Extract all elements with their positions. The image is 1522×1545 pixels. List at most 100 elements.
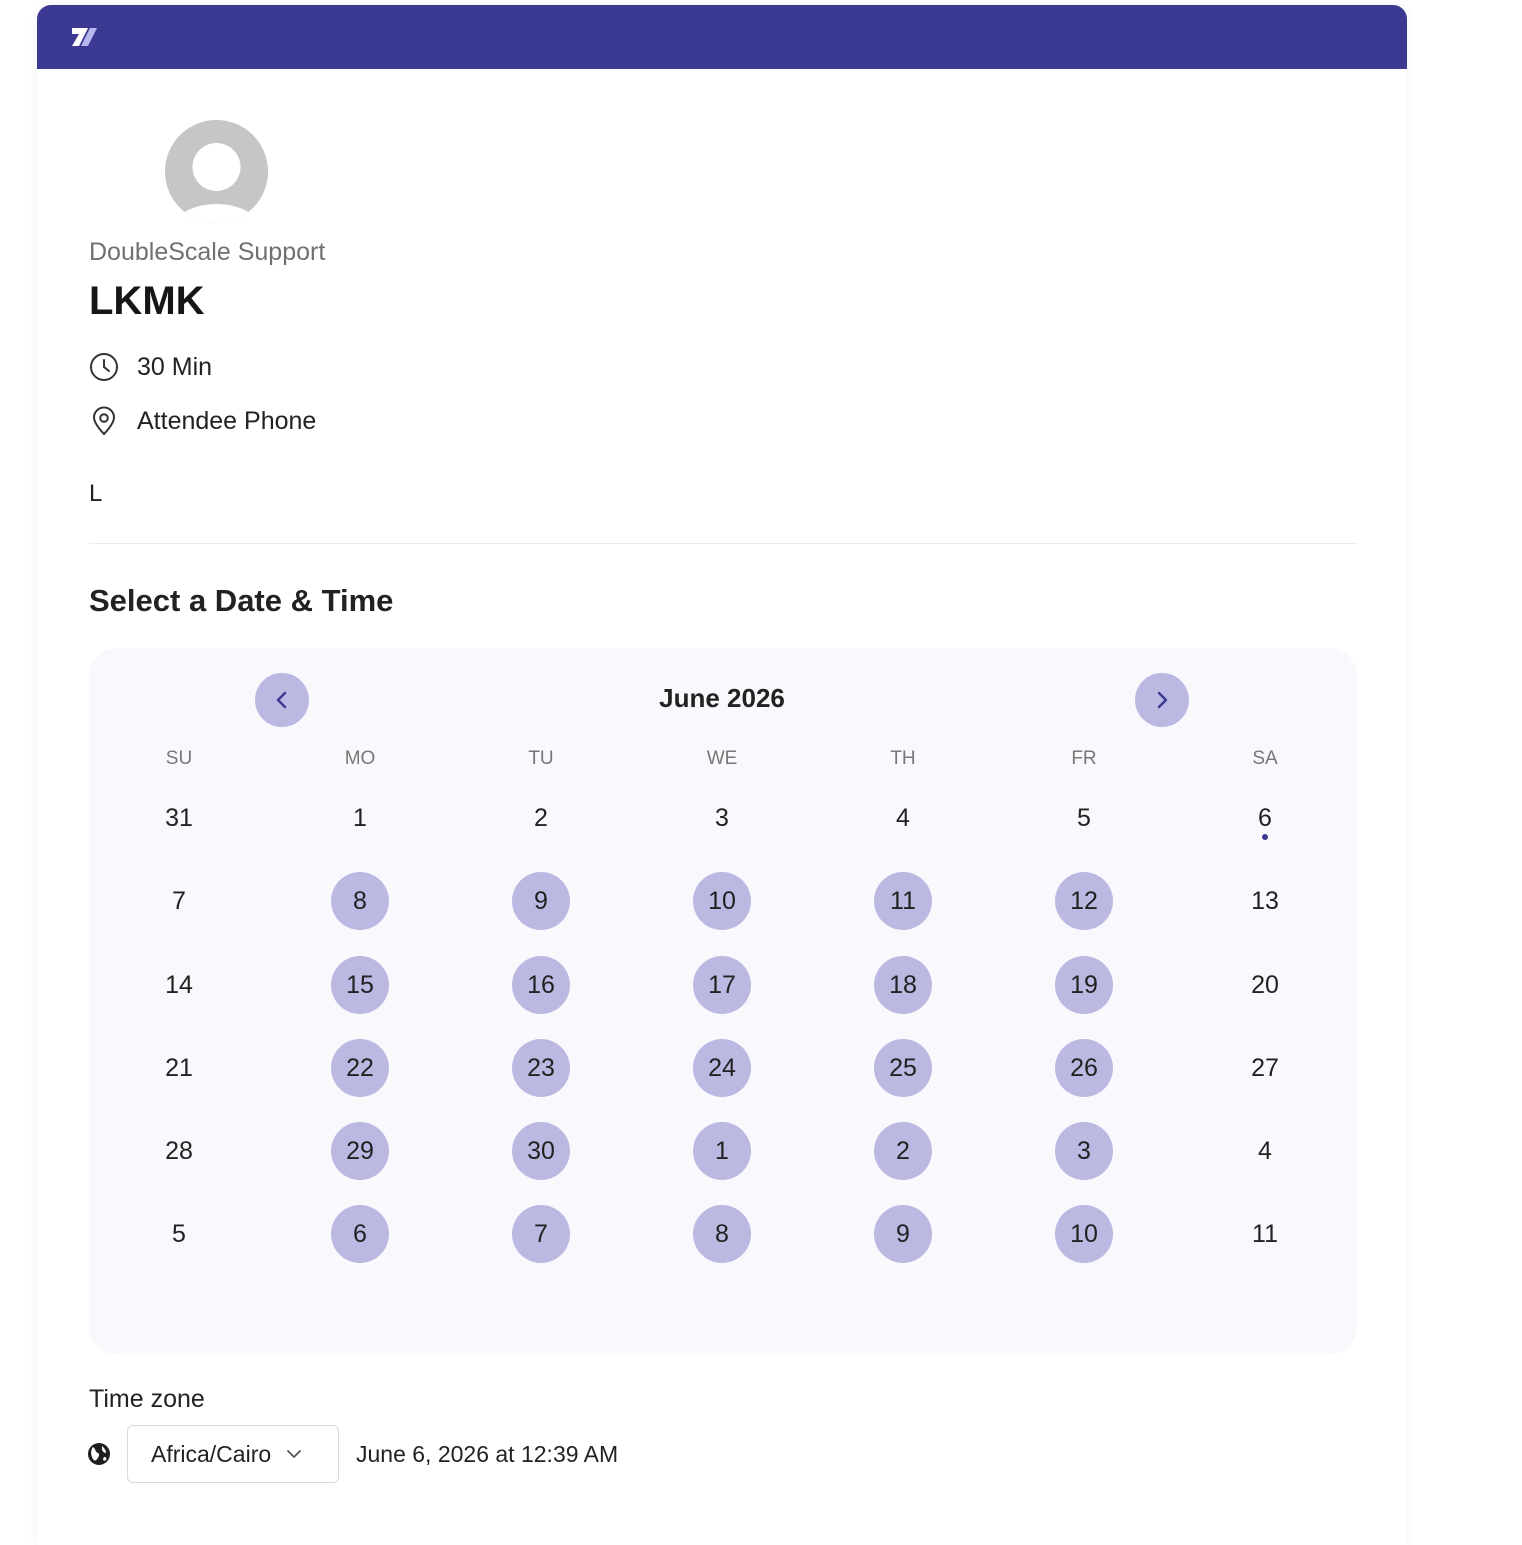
day-number: 23 bbox=[527, 1053, 555, 1082]
available-day-button[interactable]: 17 bbox=[693, 956, 751, 1014]
divider bbox=[89, 543, 1357, 544]
day-number: 29 bbox=[346, 1136, 374, 1165]
calendar-day: 5 bbox=[150, 1205, 208, 1263]
day-number: 25 bbox=[889, 1053, 917, 1082]
available-day-button[interactable]: 30 bbox=[512, 1122, 570, 1180]
day-number: 10 bbox=[1070, 1219, 1098, 1248]
day-number: 31 bbox=[165, 803, 193, 832]
calendar-day: 3 bbox=[693, 789, 751, 847]
day-number: 18 bbox=[889, 970, 917, 999]
today-indicator-dot bbox=[1262, 834, 1268, 840]
timezone-select[interactable]: Africa/Cairo bbox=[127, 1425, 339, 1483]
weekday-label: SA bbox=[1252, 748, 1278, 769]
day-number: 2 bbox=[534, 803, 548, 832]
calendar-day: 31 bbox=[150, 789, 208, 847]
day-number: 13 bbox=[1251, 886, 1279, 915]
day-number: 15 bbox=[346, 970, 374, 999]
day-number: 8 bbox=[353, 886, 367, 915]
day-number: 26 bbox=[1070, 1053, 1098, 1082]
available-day-button[interactable]: 2 bbox=[874, 1122, 932, 1180]
day-number: 4 bbox=[1258, 1136, 1272, 1165]
duration-text: 30 Min bbox=[137, 352, 213, 381]
weekday-label: FR bbox=[1071, 748, 1097, 769]
available-day-button[interactable]: 12 bbox=[1055, 872, 1113, 930]
day-number: 5 bbox=[1077, 803, 1091, 832]
calendar-day: 27 bbox=[1236, 1039, 1294, 1097]
calendar-day: 4 bbox=[874, 789, 932, 847]
calendar-day: 14 bbox=[150, 956, 208, 1014]
day-number: 24 bbox=[708, 1053, 736, 1082]
day-number: 6 bbox=[1258, 803, 1272, 832]
calendar-day: 1 bbox=[331, 789, 389, 847]
duration-row: 30 Min bbox=[89, 351, 212, 383]
day-number: 14 bbox=[165, 970, 193, 999]
timezone-label: Time zone bbox=[89, 1385, 205, 1413]
available-day-button[interactable]: 18 bbox=[874, 956, 932, 1014]
available-day-button[interactable]: 8 bbox=[693, 1205, 751, 1263]
organization-name: DoubleScale Support bbox=[89, 238, 326, 266]
weekday-label: TH bbox=[890, 748, 916, 769]
day-number: 2 bbox=[896, 1136, 910, 1165]
available-day-button[interactable]: 8 bbox=[331, 872, 389, 930]
next-month-button[interactable] bbox=[1135, 673, 1189, 727]
day-number: 1 bbox=[353, 803, 367, 832]
weekday-label: WE bbox=[706, 748, 738, 769]
calendar-day: 4 bbox=[1236, 1122, 1294, 1180]
available-day-button[interactable]: 23 bbox=[512, 1039, 570, 1097]
available-day-button[interactable]: 24 bbox=[693, 1039, 751, 1097]
day-number: 28 bbox=[165, 1136, 193, 1165]
available-day-button[interactable]: 6 bbox=[331, 1205, 389, 1263]
booking-card: DoubleScale Support LKMK 30 Min Attendee… bbox=[37, 5, 1407, 1545]
chevron-right-icon bbox=[1157, 691, 1168, 709]
available-day-button[interactable]: 22 bbox=[331, 1039, 389, 1097]
day-number: 7 bbox=[534, 1219, 548, 1248]
day-number: 7 bbox=[172, 886, 186, 915]
calendar-day: 21 bbox=[150, 1039, 208, 1097]
calendar-day: 6 bbox=[1236, 789, 1294, 847]
available-day-button[interactable]: 10 bbox=[693, 872, 751, 930]
day-number: 19 bbox=[1070, 970, 1098, 999]
available-day-button[interactable]: 15 bbox=[331, 956, 389, 1014]
day-number: 21 bbox=[165, 1053, 193, 1082]
day-number: 20 bbox=[1251, 970, 1279, 999]
day-number: 11 bbox=[1252, 1219, 1278, 1248]
day-number: 4 bbox=[896, 803, 910, 832]
location-text: Attendee Phone bbox=[137, 406, 317, 435]
available-day-button[interactable]: 9 bbox=[874, 1205, 932, 1263]
weekday-label: TU bbox=[528, 748, 554, 769]
current-time-text: June 6, 2026 at 12:39 AM bbox=[356, 1441, 619, 1467]
available-day-button[interactable]: 29 bbox=[331, 1122, 389, 1180]
select-date-time-heading: Select a Date & Time bbox=[89, 583, 394, 618]
available-day-button[interactable]: 26 bbox=[1055, 1039, 1113, 1097]
calendar-day: 11 bbox=[1236, 1205, 1294, 1263]
default-avatar-icon bbox=[165, 120, 268, 223]
day-number: 8 bbox=[715, 1219, 729, 1248]
available-day-button[interactable]: 16 bbox=[512, 956, 570, 1014]
double-slash-logo-icon bbox=[72, 28, 97, 46]
weekday-label: SU bbox=[165, 748, 193, 769]
top-bar bbox=[37, 5, 1407, 69]
available-day-button[interactable]: 11 bbox=[874, 872, 932, 930]
day-number: 5 bbox=[172, 1219, 186, 1248]
calendar-day: 2 bbox=[512, 789, 570, 847]
location-row: Attendee Phone bbox=[89, 405, 316, 437]
available-day-button[interactable]: 25 bbox=[874, 1039, 932, 1097]
day-number: 9 bbox=[534, 886, 548, 915]
timezone-value: Africa/Cairo bbox=[151, 1440, 272, 1467]
available-day-button[interactable]: 9 bbox=[512, 872, 570, 930]
day-number: 30 bbox=[527, 1136, 555, 1165]
calendar: June 2026 SU MO TU WE TH FR SA 31 1 2 3 4 5 6 7 8 9 10 11 1… bbox=[89, 648, 1357, 1355]
event-description: L bbox=[89, 480, 103, 507]
available-day-button[interactable]: 3 bbox=[1055, 1122, 1113, 1180]
day-number: 11 bbox=[890, 886, 916, 915]
globe-icon bbox=[88, 1443, 110, 1465]
calendar-day: 20 bbox=[1236, 956, 1294, 1014]
available-day-button[interactable]: 7 bbox=[512, 1205, 570, 1263]
available-day-button[interactable]: 19 bbox=[1055, 956, 1113, 1014]
map-pin-icon bbox=[93, 406, 115, 435]
day-number: 3 bbox=[715, 803, 729, 832]
available-day-button[interactable]: 1 bbox=[693, 1122, 751, 1180]
available-day-button[interactable]: 10 bbox=[1055, 1205, 1113, 1263]
day-number: 1 bbox=[715, 1136, 729, 1165]
day-number: 16 bbox=[527, 970, 555, 999]
